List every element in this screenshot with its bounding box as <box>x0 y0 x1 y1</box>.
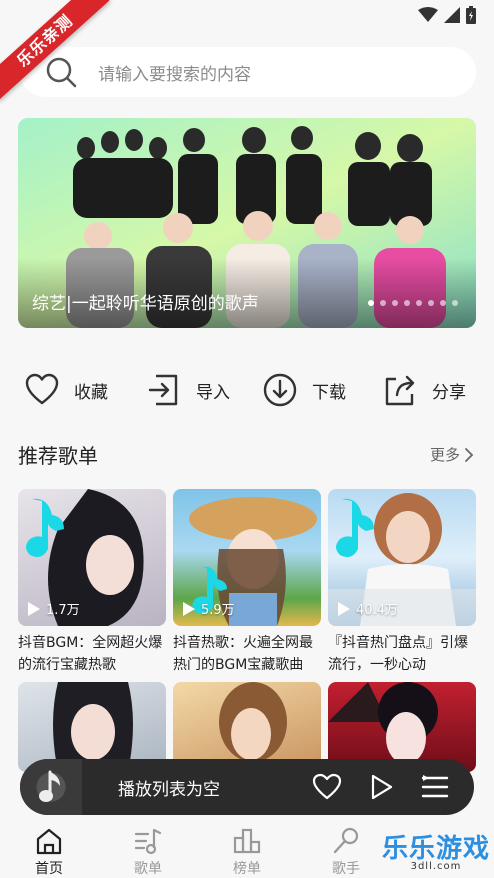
playlist-card[interactable]: 5.9万 抖音热歌：火遍全网最热门的BGM宝藏歌曲 <box>173 489 321 676</box>
play-count-text: 40.4万 <box>356 603 398 618</box>
heart-icon <box>25 373 59 405</box>
home-icon <box>36 828 62 855</box>
nav-singers-label: 歌手 <box>332 861 360 877</box>
collect-button[interactable]: 收藏 <box>24 365 108 415</box>
action-row: 收藏 导入 下载 分享 <box>0 365 494 415</box>
import-label: 导入 <box>196 382 230 403</box>
status-icons <box>418 6 476 24</box>
share-button[interactable]: 分享 <box>382 365 466 415</box>
banner-caption: 综艺|一起聆听华语原创的歌声 <box>32 294 259 314</box>
banner-dot[interactable] <box>392 300 398 306</box>
collect-label: 收藏 <box>74 382 108 403</box>
playlist-icon <box>134 828 162 855</box>
nav-playlist-label: 歌单 <box>134 861 162 877</box>
play-count: 1.7万 <box>28 599 80 618</box>
player-disc <box>20 759 82 815</box>
play-icon <box>28 601 40 616</box>
search-placeholder: 请输入要搜索的内容 <box>98 64 251 85</box>
wifi-icon <box>418 7 438 22</box>
battery-icon <box>466 6 476 24</box>
playlist-title: 抖音热歌：火遍全网最热门的BGM宝藏歌曲 <box>173 635 313 673</box>
chevron-right-icon <box>465 447 474 462</box>
playlist-cover: 5.9万 <box>173 489 321 626</box>
signal-icon <box>444 7 460 23</box>
playlist-title: 抖音BGM：全网超火爆的流行宝藏热歌 <box>18 635 163 673</box>
play-button-icon[interactable] <box>366 772 396 802</box>
search-icon <box>46 57 77 88</box>
play-count: 40.4万 <box>338 599 398 618</box>
play-count-text: 1.7万 <box>46 603 80 618</box>
import-button[interactable]: 导入 <box>146 365 230 415</box>
chart-icon <box>233 828 261 854</box>
banner-dot[interactable] <box>416 300 422 306</box>
watermark-text: 乐乐游戏 <box>381 834 490 864</box>
favorite-icon[interactable] <box>312 772 342 802</box>
search-input[interactable]: 请输入要搜索的内容 <box>20 47 476 97</box>
download-label: 下载 <box>312 382 346 403</box>
mini-player[interactable]: 播放列表为空 <box>20 759 474 815</box>
player-empty-text: 播放列表为空 <box>118 779 220 800</box>
playlist-title: 『抖音热门盘点』引爆流行，一秒心动 <box>328 635 468 673</box>
share-label: 分享 <box>432 382 466 403</box>
nav-charts[interactable]: 榜单 <box>217 826 277 878</box>
microphone-icon <box>333 827 359 854</box>
section-title: 推荐歌单 <box>18 444 98 468</box>
banner-dot[interactable] <box>380 300 386 306</box>
playlist-cover: 40.4万 <box>328 489 476 626</box>
nav-home[interactable]: 首页 <box>19 826 79 878</box>
nav-charts-label: 榜单 <box>233 861 261 877</box>
banner-dot[interactable] <box>452 300 458 306</box>
banner-dot[interactable] <box>404 300 410 306</box>
playlist-card[interactable]: 1.7万 抖音BGM：全网超火爆的流行宝藏热歌 <box>18 489 166 676</box>
playlist-card[interactable]: 40.4万 『抖音热门盘点』引爆流行，一秒心动 <box>328 489 476 676</box>
banner-carousel[interactable]: 综艺|一起聆听华语原创的歌声 <box>18 118 476 328</box>
playlist-cover: 1.7万 <box>18 489 166 626</box>
banner-dot[interactable] <box>428 300 434 306</box>
more-label: 更多 <box>429 446 460 464</box>
nav-playlist[interactable]: 歌单 <box>118 826 178 878</box>
music-note-icon <box>39 770 60 802</box>
banner-dot[interactable] <box>368 300 374 306</box>
playlist-queue-icon[interactable] <box>420 772 450 802</box>
nav-home-label: 首页 <box>35 861 63 877</box>
banner-dot[interactable] <box>440 300 446 306</box>
banner-dots <box>368 300 458 306</box>
more-link[interactable]: 更多 <box>430 444 474 465</box>
play-count: 5.9万 <box>183 599 235 618</box>
nav-singers[interactable]: 歌手 <box>316 826 376 878</box>
play-count-text: 5.9万 <box>201 603 235 618</box>
import-icon <box>148 374 178 406</box>
play-icon <box>338 601 350 616</box>
watermark-logo: 乐乐游戏 3dll.com <box>382 828 490 872</box>
play-icon <box>183 601 195 616</box>
download-button[interactable]: 下载 <box>262 365 346 415</box>
download-icon <box>263 373 297 407</box>
share-icon <box>385 375 415 406</box>
